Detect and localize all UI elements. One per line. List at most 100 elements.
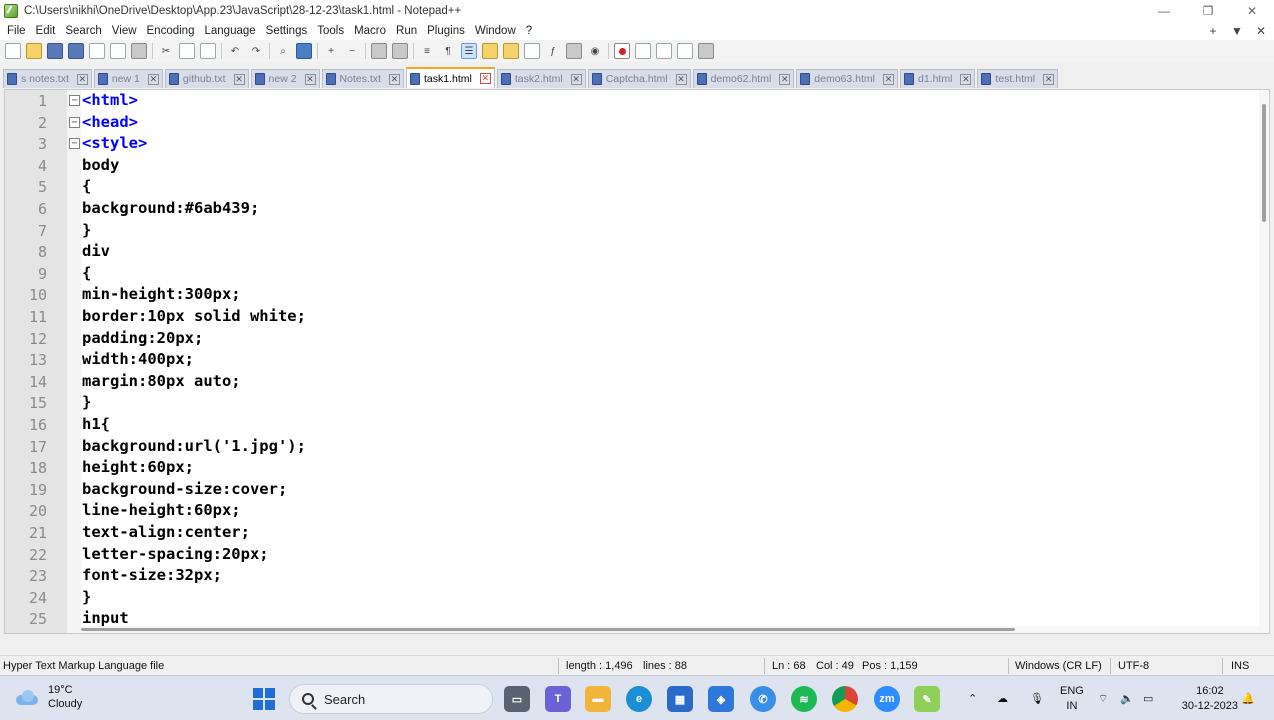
photos-icon[interactable]: ◈ [708, 686, 734, 712]
code-line[interactable]: 21 text-align:center; [5, 522, 1245, 544]
print-icon[interactable] [131, 43, 147, 59]
paste-icon[interactable] [200, 43, 216, 59]
code-line[interactable]: 13 width:400px; [5, 349, 1245, 371]
zoom-in-icon[interactable]: + [323, 43, 339, 59]
tab-close-icon[interactable]: ✕ [233, 73, 245, 85]
macro-play-icon[interactable] [656, 43, 672, 59]
close-button[interactable]: ✕ [1230, 0, 1274, 22]
macro-save-icon[interactable] [698, 43, 714, 59]
horizontal-scroll-thumb[interactable] [81, 628, 1015, 631]
menu-run[interactable]: Run [391, 25, 422, 37]
replace-icon[interactable] [296, 43, 312, 59]
tab-close-icon[interactable]: ✕ [76, 73, 88, 85]
menu-macro[interactable]: Macro [349, 25, 391, 37]
function-list-icon[interactable]: ƒ [545, 43, 561, 59]
wifi-icon[interactable]: ⌔ [1098, 676, 1108, 720]
code-line[interactable]: 15} [5, 392, 1245, 414]
save-all-icon[interactable] [68, 43, 84, 59]
menu-file[interactable]: File [2, 25, 31, 37]
code-line[interactable]: 1 − <html> [5, 90, 1245, 112]
tab-new-1[interactable]: new 1 ✕ [93, 69, 163, 88]
menu-tools[interactable]: Tools [312, 25, 349, 37]
task-view-icon[interactable]: ▭ [504, 686, 530, 712]
show-all-characters-icon[interactable]: ¶ [440, 43, 456, 59]
teams-icon[interactable]: T [545, 686, 571, 712]
status-encoding[interactable]: UTF-8 [1118, 660, 1149, 672]
macro-stop-icon[interactable] [635, 43, 651, 59]
input-language[interactable]: ENG IN [1060, 684, 1084, 714]
code-line[interactable]: 5{ [5, 176, 1245, 198]
code-editor[interactable]: 1− <html> 2− <head> 3− <style> 4 body 5{6 backgro… [4, 89, 1270, 634]
zoom-icon[interactable]: zm [874, 686, 900, 712]
status-insert-mode[interactable]: INS [1231, 660, 1249, 672]
code-line[interactable]: 19 background-size:cover; [5, 479, 1245, 501]
code-line[interactable]: 18 height:60px; [5, 457, 1245, 479]
code-line[interactable]: 6 background:#6ab439; [5, 198, 1245, 220]
code-line[interactable]: 23 font-size:32px; [5, 565, 1245, 587]
sync-horizontal-icon[interactable] [392, 43, 408, 59]
messenger-icon[interactable]: ✆ [750, 686, 776, 712]
vertical-scrollbar[interactable] [1259, 90, 1269, 633]
notification-bell-icon[interactable]: 🔔 [1241, 676, 1255, 720]
save-icon[interactable] [47, 43, 63, 59]
user-language-icon[interactable] [482, 43, 498, 59]
chrome-icon[interactable] [832, 686, 858, 712]
code-line[interactable]: 3 − <style> [5, 133, 1245, 155]
tab-notes[interactable]: Notes.txt ✕ [321, 69, 404, 88]
code-line[interactable]: 14 margin:80px auto; [5, 371, 1245, 393]
edge-icon[interactable]: e [626, 686, 652, 712]
tab-new-2[interactable]: new 2 ✕ [250, 69, 320, 88]
folder-workspace-icon[interactable] [566, 43, 582, 59]
zoom-out-icon[interactable]: − [344, 43, 360, 59]
close-all-icon[interactable] [110, 43, 126, 59]
open-file-icon[interactable] [26, 43, 42, 59]
tab-close-icon[interactable]: ✕ [147, 73, 159, 85]
tab-test[interactable]: test.html ✕ [977, 69, 1059, 88]
status-eol[interactable]: Windows (CR LF) [1015, 660, 1102, 672]
maximize-button[interactable]: ❐ [1186, 0, 1230, 22]
close-document-icon[interactable]: ✕ [1254, 24, 1268, 38]
code-line[interactable]: 12 padding:20px; [5, 328, 1245, 350]
menu-encoding[interactable]: Encoding [142, 25, 200, 37]
minimize-button[interactable]: — [1142, 0, 1186, 22]
code-line[interactable]: 22 letter-spacing:20px; [5, 544, 1245, 566]
cut-icon[interactable]: ✂ [158, 43, 174, 59]
tab-demo63[interactable]: demo63.html ✕ [796, 69, 898, 88]
tab-close-icon[interactable]: ✕ [882, 73, 894, 85]
undo-icon[interactable]: ↶ [227, 43, 243, 59]
word-wrap-icon[interactable]: ≡ [419, 43, 435, 59]
taskbar-search[interactable]: Search [289, 684, 493, 714]
menu-plugins[interactable]: Plugins [422, 25, 470, 37]
tab-close-icon[interactable]: ✕ [1043, 73, 1055, 85]
fold-toggle-icon[interactable]: − [69, 138, 80, 150]
menu-search[interactable]: Search [60, 25, 106, 37]
onedrive-cloud-icon[interactable]: ☁ [997, 676, 1008, 720]
system-clock[interactable]: 16:02 30-12-2023 [1182, 684, 1238, 714]
menu-edit[interactable]: Edit [31, 25, 61, 37]
code-line[interactable]: 7} [5, 220, 1245, 242]
tab-close-icon[interactable]: ✕ [479, 73, 491, 84]
horizontal-scrollbar[interactable] [81, 626, 1261, 633]
tab-task1[interactable]: task1.html ✕ [405, 67, 495, 88]
tab-list-dropdown-icon[interactable]: ▼ [1230, 24, 1244, 38]
tab-demo62[interactable]: demo62.html ✕ [692, 69, 795, 88]
tab-close-icon[interactable]: ✕ [570, 73, 582, 85]
macro-run-multiple-icon[interactable] [677, 43, 693, 59]
windows-start-icon[interactable] [253, 688, 275, 710]
tab-close-icon[interactable]: ✕ [960, 73, 972, 85]
code-line[interactable]: 11 border:10px solid white; [5, 306, 1245, 328]
tab-close-icon[interactable]: ✕ [779, 73, 791, 85]
code-line[interactable]: 17 background:url('1.jpg'); [5, 436, 1245, 458]
indent-guide-icon[interactable]: ☰ [461, 43, 477, 59]
close-file-icon[interactable] [89, 43, 105, 59]
volume-icon[interactable]: 🔈 [1120, 676, 1134, 720]
code-line[interactable]: 20 line-height:60px; [5, 500, 1245, 522]
menu-help[interactable]: ? [521, 25, 537, 37]
code-line[interactable]: 4 body [5, 155, 1245, 177]
monitoring-icon[interactable]: ◉ [587, 43, 603, 59]
menu-window[interactable]: Window [470, 25, 521, 37]
tab-github[interactable]: github.txt ✕ [164, 69, 249, 88]
fold-toggle-icon[interactable]: − [69, 95, 80, 106]
menu-view[interactable]: View [107, 25, 142, 37]
tab-task2[interactable]: task2.html ✕ [496, 69, 586, 88]
